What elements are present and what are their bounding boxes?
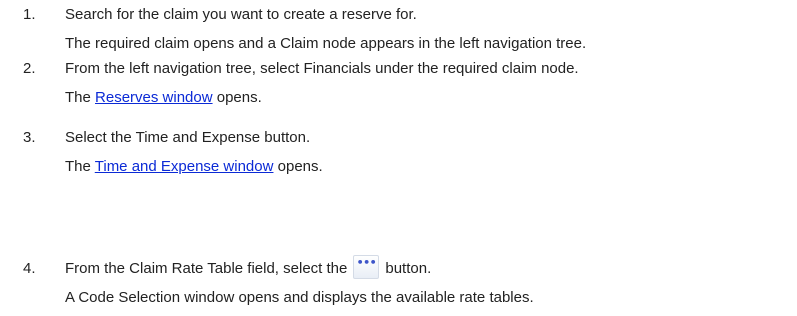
- time-and-expense-window-link[interactable]: Time and Expense window: [95, 158, 274, 175]
- result-suffix: opens.: [273, 158, 323, 175]
- step-number: 2.: [23, 60, 36, 77]
- step-instruction: From the left navigation tree, select Fi…: [65, 60, 579, 77]
- result-suffix: opens.: [212, 89, 262, 106]
- step-instruction: From the Claim Rate Table field, select …: [65, 255, 432, 280]
- step-number: 4.: [23, 260, 36, 277]
- step-number: 1.: [23, 6, 36, 23]
- instruction-prefix: From the Claim Rate Table field, select …: [65, 260, 348, 277]
- step-number: 3.: [23, 129, 36, 146]
- step-instruction: Select the Time and Expense button.: [65, 129, 311, 146]
- instruction-suffix: button.: [385, 260, 432, 277]
- reserves-window-link[interactable]: Reserves window: [95, 89, 213, 106]
- step-result: A Code Selection window opens and displa…: [65, 289, 534, 306]
- step-result: The required claim opens and a Claim nod…: [65, 35, 587, 52]
- ellipsis-icon: •••: [356, 256, 377, 270]
- ellipsis-button[interactable]: •••: [353, 255, 380, 280]
- step-instruction: Search for the claim you want to create …: [65, 6, 417, 23]
- step-result: The Time and Expense window opens.: [65, 156, 323, 178]
- result-prefix: The: [65, 89, 96, 106]
- step-result: The Reserves window opens.: [65, 87, 262, 109]
- result-prefix: The: [65, 158, 95, 175]
